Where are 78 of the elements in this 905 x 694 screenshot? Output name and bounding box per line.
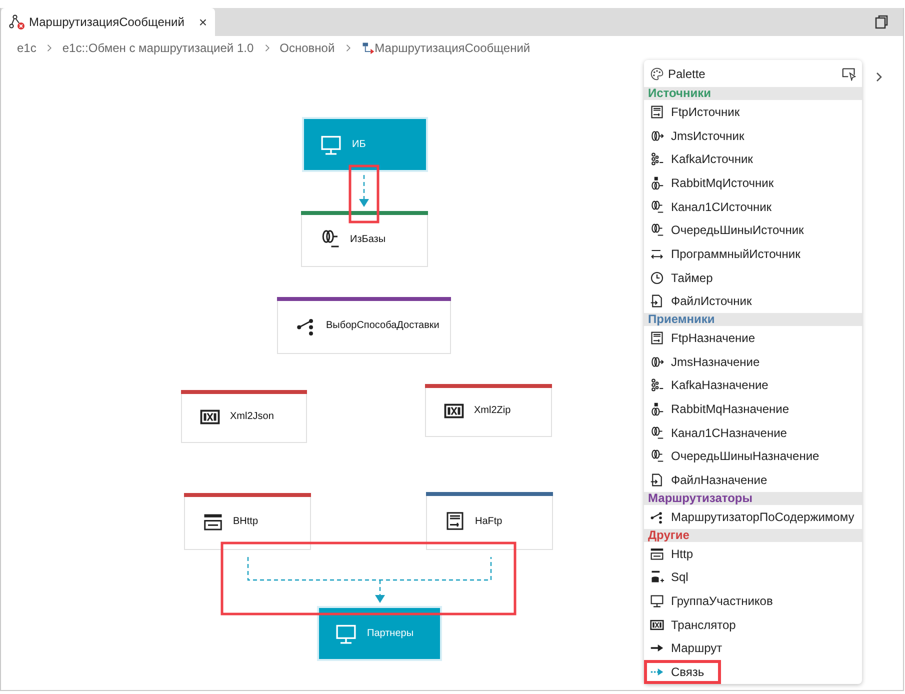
section-header: Источники: [644, 87, 862, 100]
select-tool-icon[interactable]: [842, 66, 856, 80]
file-icon: [650, 294, 664, 308]
palette-item[interactable]: Маршрут: [644, 636, 862, 660]
node-label: ИзБазы: [350, 232, 386, 246]
close-icon[interactable]: ×: [198, 12, 207, 32]
breadcrumb-link[interactable]: МаршрутизацияСообщений: [360, 39, 530, 57]
breadcrumb-link[interactable]: e1c::Обмен с маршрутизацией 1.0: [62, 39, 254, 57]
palette-item[interactable]: RabbitMqИсточник: [644, 171, 862, 195]
step-node[interactable]: Xml2Json: [181, 390, 307, 443]
palette-item[interactable]: FtpИсточник: [644, 100, 862, 124]
palette-icon: [650, 66, 664, 80]
queue-icon: [650, 176, 664, 190]
palette-item[interactable]: Таймер: [644, 266, 862, 290]
palette-item[interactable]: FtpНазначение: [644, 326, 862, 350]
ftp-icon: [650, 104, 664, 119]
palette-title: Palette: [668, 66, 706, 82]
step-node[interactable]: НаFtp: [426, 492, 553, 550]
flow-icon: [360, 41, 375, 55]
queue-icon: [650, 200, 664, 214]
node-label: Партнеры: [367, 627, 414, 641]
section-header: Другие: [644, 528, 862, 542]
clock-icon: [650, 270, 664, 285]
node-label: ВыборСпособаДоставки: [326, 319, 440, 333]
queue-icon: [650, 449, 664, 464]
palette-item[interactable]: KafkaИсточник: [644, 147, 862, 172]
section-header: Маршрутизаторы: [644, 492, 862, 505]
palette-item[interactable]: JmsНазначение: [644, 350, 862, 374]
translator-icon: [650, 618, 664, 632]
palette-item[interactable]: JmsИсточник: [644, 124, 862, 148]
palette-item[interactable]: ОчередьШиныИсточник: [644, 218, 862, 242]
tab-title: МаршрутизацияСообщений: [29, 14, 184, 31]
node-label: ИБ: [352, 138, 366, 152]
step-node[interactable]: ВыборСпособаДоставки: [277, 297, 451, 354]
breadcrumb-link[interactable]: Основной: [280, 39, 335, 57]
palette-item[interactable]: ФайлНазначение: [644, 468, 862, 492]
palette-item[interactable]: Связь: [644, 660, 721, 684]
palette-item[interactable]: ФайлИсточник: [644, 290, 862, 314]
queue-icon: [650, 426, 664, 440]
ftp-icon: [445, 511, 465, 531]
palette-item[interactable]: Канал1СНазначение: [644, 420, 862, 445]
restore-icon[interactable]: [873, 14, 889, 30]
queue-icon: [650, 223, 664, 238]
diagram-icon: [9, 14, 25, 30]
queue-icon: [650, 128, 664, 143]
queue-icon: [650, 402, 664, 416]
palette-item[interactable]: RabbitMqНазначение: [644, 397, 862, 421]
node-label: НаFtp: [475, 514, 502, 528]
node-label: Xml2Json: [230, 410, 274, 424]
node-label: Xml2Zip: [474, 404, 511, 418]
palette-item[interactable]: Транслятор: [644, 612, 862, 636]
palette-item[interactable]: ГруппаУчастников: [644, 589, 862, 613]
queue-icon: [650, 354, 664, 369]
step-node[interactable]: ИзБазы: [301, 211, 428, 267]
breadcrumb-link[interactable]: e1c: [17, 39, 36, 57]
monitor-icon: [335, 622, 357, 644]
ftp-icon: [650, 331, 664, 346]
palette-item[interactable]: KafkaНазначение: [644, 374, 862, 398]
http-icon: [203, 512, 223, 532]
palette-item[interactable]: Http: [644, 542, 862, 566]
file-icon: [650, 473, 664, 488]
palette-item[interactable]: МаршрутизаторПоСодержимому: [644, 505, 862, 529]
database-icon: [650, 570, 664, 584]
step-node[interactable]: Xml2Zip: [425, 384, 552, 437]
palette-item[interactable]: Канал1СИсточник: [644, 194, 862, 218]
section-header: Приемники: [644, 313, 862, 326]
queue-icon: [320, 229, 340, 249]
tab[interactable]: МаршрутизацияСообщений ×: [1, 8, 215, 36]
step-node[interactable]: ВHttp: [184, 493, 311, 550]
http-icon: [650, 546, 664, 561]
node-label: ВHttp: [233, 515, 258, 529]
palette-item[interactable]: ПрограммныйИсточник: [644, 242, 862, 266]
router-icon: [650, 510, 664, 524]
palette-item[interactable]: Sql: [644, 565, 862, 590]
monitor-icon: [320, 134, 342, 156]
monitor-icon: [650, 594, 664, 608]
palette-item[interactable]: ОчередьШиныНазначение: [644, 444, 862, 468]
connector[interactable]: [359, 175, 369, 207]
